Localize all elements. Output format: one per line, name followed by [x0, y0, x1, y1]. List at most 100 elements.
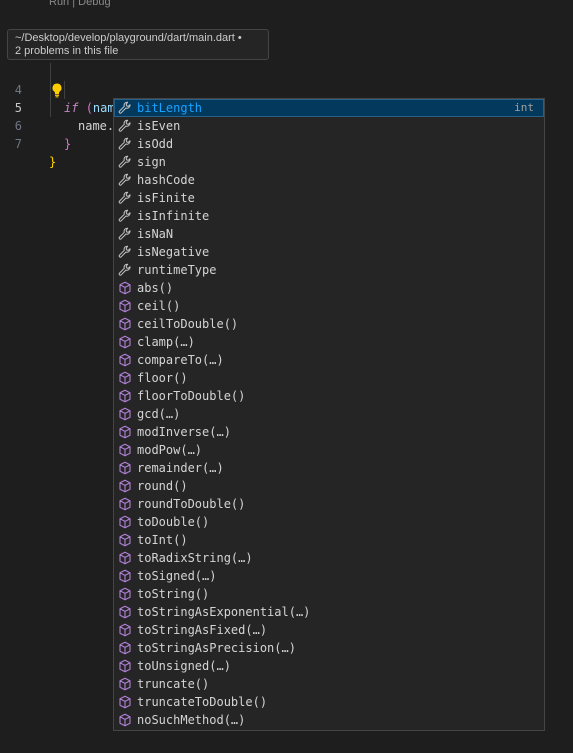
suggestion-label: toDouble(): [137, 515, 210, 529]
suggestion-item[interactable]: noSuchMethod(…): [114, 711, 544, 729]
suggestion-label: isNegative: [137, 245, 210, 259]
suggestion-label: isNaN: [137, 227, 174, 241]
suggestion-label: modInverse(…): [137, 425, 231, 439]
method-cube-icon: [118, 659, 132, 673]
suggestion-label: gcd(…): [137, 407, 181, 421]
suggestion-item[interactable]: truncate(): [114, 675, 544, 693]
suggestion-item[interactable]: round(): [114, 477, 544, 495]
suggestion-item[interactable]: isNaN: [114, 225, 544, 243]
suggestion-item[interactable]: isOdd: [114, 135, 544, 153]
suggestion-item[interactable]: ceilToDouble(): [114, 315, 544, 333]
suggestion-label: toStringAsExponential(…): [137, 605, 311, 619]
method-cube-icon: [118, 407, 132, 421]
method-cube-icon: [118, 479, 132, 493]
code-line-5: 5 name.: [0, 81, 573, 135]
suggestion-item[interactable]: isFinite: [114, 189, 544, 207]
codelens-run-debug[interactable]: Run | Debug: [49, 0, 111, 9]
suggestion-item[interactable]: abs(): [114, 279, 544, 297]
suggestion-item[interactable]: toStringAsPrecision(…): [114, 639, 544, 657]
suggestion-label: bitLength: [137, 101, 203, 115]
suggestion-label: truncateToDouble(): [137, 695, 268, 709]
suggestion-label: toSigned(…): [137, 569, 217, 583]
method-cube-icon: [118, 695, 132, 709]
suggestion-item[interactable]: toString(): [114, 585, 544, 603]
suggestion-label: runtimeType: [137, 263, 217, 277]
suggestion-label: compareTo(…): [137, 353, 224, 367]
method-cube-icon: [118, 623, 132, 637]
suggestion-item[interactable]: toStringAsFixed(…): [114, 621, 544, 639]
suggestion-item[interactable]: roundToDouble(): [114, 495, 544, 513]
suggestion-item[interactable]: floor(): [114, 369, 544, 387]
suggestion-item[interactable]: gcd(…): [114, 405, 544, 423]
method-cube-icon: [118, 461, 132, 475]
suggestion-label: noSuchMethod(…): [137, 713, 246, 727]
suggestion-item[interactable]: runtimeType: [114, 261, 544, 279]
suggestion-item[interactable]: remainder(…): [114, 459, 544, 477]
suggestion-label: round(): [137, 479, 188, 493]
suggestion-item[interactable]: modInverse(…): [114, 423, 544, 441]
suggestion-item[interactable]: hashCode: [114, 171, 544, 189]
suggestion-item[interactable]: isInfinite: [114, 207, 544, 225]
inner-brace-close: }: [64, 137, 72, 151]
suggestion-label: toStringAsPrecision(…): [137, 641, 296, 655]
suggest-widget[interactable]: bitLength int isEven isOdd sign hashCode isFin…: [113, 98, 545, 731]
suggestion-item[interactable]: toUnsigned(…): [114, 657, 544, 675]
suggestion-label: remainder(…): [137, 461, 224, 475]
method-cube-icon: [118, 677, 132, 691]
property-wrench-icon: [118, 263, 132, 277]
suggestion-label: isOdd: [137, 137, 174, 151]
suggestion-item[interactable]: truncateToDouble(): [114, 693, 544, 711]
suggestion-label: truncate(): [137, 677, 210, 691]
suggestion-item[interactable]: clamp(…): [114, 333, 544, 351]
file-path[interactable]: ~/Desktop/develop/playground/dart/main.d…: [15, 32, 268, 45]
brace-close: }: [49, 155, 57, 169]
suggestion-label: floor(): [137, 371, 188, 385]
method-cube-icon: [118, 515, 132, 529]
lightbulb-icon[interactable]: [50, 82, 64, 98]
method-cube-icon: [118, 713, 132, 727]
suggestion-item[interactable]: toDouble(): [114, 513, 544, 531]
property-wrench-icon: [118, 137, 132, 151]
method-cube-icon: [118, 641, 132, 655]
method-cube-icon: [118, 281, 132, 295]
method-cube-icon: [118, 533, 132, 547]
suggestion-item[interactable]: sign: [114, 153, 544, 171]
suggestion-label: toRadixString(…): [137, 551, 253, 565]
method-cube-icon: [118, 317, 132, 331]
suggestion-label: floorToDouble(): [137, 389, 246, 403]
method-cube-icon: [118, 587, 132, 601]
method-cube-icon: [118, 389, 132, 403]
code-line-4: 4 if (name is int) {: [0, 63, 573, 115]
property-wrench-icon: [118, 209, 132, 223]
suggestion-item[interactable]: toStringAsExponential(…): [114, 603, 544, 621]
suggestion-label: clamp(…): [137, 335, 195, 349]
suggestion-label: hashCode: [137, 173, 195, 187]
suggestion-item[interactable]: isNegative: [114, 243, 544, 261]
method-cube-icon: [118, 443, 132, 457]
method-cube-icon: [118, 353, 132, 367]
suggestion-label: roundToDouble(): [137, 497, 246, 511]
method-cube-icon: [118, 299, 132, 313]
suggestion-item[interactable]: ceil(): [114, 297, 544, 315]
suggestion-item[interactable]: toRadixString(…): [114, 549, 544, 567]
suggestion-item[interactable]: floorToDouble(): [114, 387, 544, 405]
suggestion-item[interactable]: isEven: [114, 117, 544, 135]
problems-hover-widget: ~/Desktop/develop/playground/dart/main.d…: [7, 29, 269, 60]
property-wrench-icon: [118, 119, 132, 133]
property-wrench-icon: [118, 191, 132, 205]
suggestion-label: toStringAsFixed(…): [137, 623, 268, 637]
suggestion-item[interactable]: toInt(): [114, 531, 544, 549]
suggestion-item[interactable]: compareTo(…): [114, 351, 544, 369]
line-number: 7: [14, 137, 22, 151]
property-wrench-icon: [118, 173, 132, 187]
suggestion-label: sign: [137, 155, 166, 169]
suggestion-item[interactable]: bitLength int: [114, 99, 544, 117]
method-cube-icon: [118, 551, 132, 565]
suggestion-item[interactable]: toSigned(…): [114, 567, 544, 585]
suggestion-label: modPow(…): [137, 443, 203, 457]
suggestion-label: isEven: [137, 119, 181, 133]
suggestion-item[interactable]: modPow(…): [114, 441, 544, 459]
suggestion-label: toString(): [137, 587, 210, 601]
property-wrench-icon: [118, 101, 132, 115]
method-cube-icon: [118, 371, 132, 385]
